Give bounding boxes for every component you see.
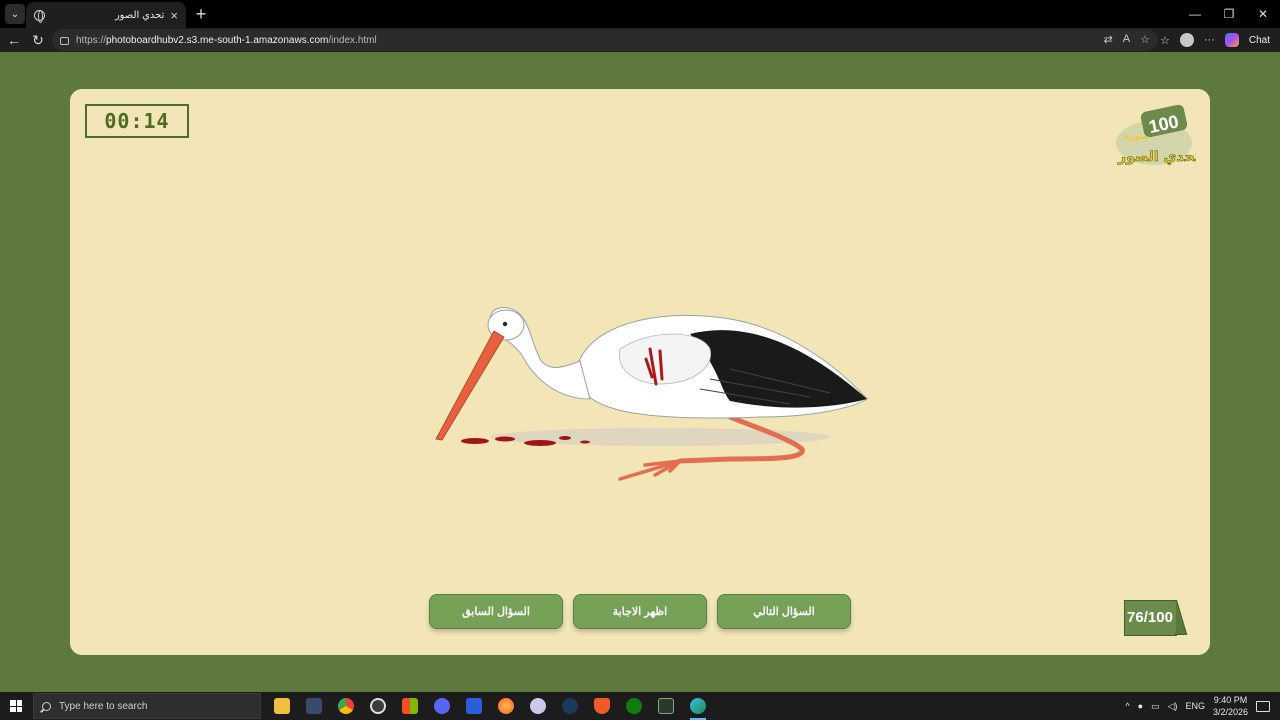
app-13[interactable] bbox=[650, 692, 682, 720]
xbox-app[interactable] bbox=[618, 692, 650, 720]
store-icon bbox=[402, 698, 418, 714]
app-9[interactable] bbox=[522, 692, 554, 720]
browser-tab-bar: ⌄ تحدي الصور × + — ❐ ✕ bbox=[0, 0, 1280, 28]
app-icon bbox=[370, 698, 386, 714]
profile-avatar[interactable] bbox=[1179, 33, 1194, 47]
game-card: 00:14 100 صورة تحدي الصور السؤال السابق … bbox=[70, 89, 1210, 655]
file-explorer-app[interactable] bbox=[266, 692, 298, 720]
system-tray: ^ ● ▭ ◁) ENG 9:40 PM 3/2/2026 bbox=[1125, 692, 1280, 720]
address-bar-actions: ⇄ A ☆ bbox=[1104, 33, 1150, 46]
folder-icon bbox=[274, 698, 290, 714]
site-info-icon[interactable] bbox=[60, 37, 69, 45]
microphone-icon[interactable]: ● bbox=[1138, 701, 1143, 711]
tab-actions-menu-button[interactable]: ⌄ bbox=[5, 4, 25, 24]
chat-button-label[interactable]: Chat bbox=[1249, 35, 1270, 46]
taskbar-search-box[interactable]: Type here to search bbox=[33, 693, 261, 719]
logo-word-title: تحدي الصور bbox=[1117, 149, 1196, 166]
steam-icon bbox=[562, 698, 578, 714]
network-icon[interactable]: ▭ bbox=[1151, 701, 1160, 712]
new-tab-button[interactable]: + bbox=[192, 4, 210, 25]
brave-app[interactable] bbox=[586, 692, 618, 720]
pinned-apps bbox=[266, 692, 714, 720]
taskbar-clock[interactable]: 9:40 PM 3/2/2026 bbox=[1213, 694, 1248, 718]
globe-icon bbox=[34, 9, 45, 23]
search-icon bbox=[42, 701, 51, 711]
minimize-button[interactable]: — bbox=[1178, 0, 1212, 28]
word-icon bbox=[466, 698, 482, 714]
close-window-button[interactable]: ✕ bbox=[1246, 0, 1280, 28]
edge-icon bbox=[690, 698, 706, 714]
firefox-icon bbox=[498, 698, 514, 714]
close-tab-icon[interactable]: × bbox=[170, 8, 178, 23]
app-2[interactable] bbox=[298, 692, 330, 720]
url-host: photoboardhubv2.s3.me-south-1.amazonaws.… bbox=[106, 34, 329, 46]
copilot-icon[interactable] bbox=[1224, 33, 1239, 47]
app-4[interactable] bbox=[362, 692, 394, 720]
question-counter: 76/100 bbox=[1124, 600, 1188, 636]
chevron-down-icon: ⌄ bbox=[10, 8, 20, 20]
word-app[interactable] bbox=[458, 692, 490, 720]
volume-icon[interactable]: ◁) bbox=[1168, 701, 1178, 712]
app-icon bbox=[306, 698, 322, 714]
photo-challenge-logo: 100 صورة تحدي الصور bbox=[1116, 104, 1196, 166]
question-counter-label: 76/100 bbox=[1127, 609, 1173, 626]
clock-time: 9:40 PM bbox=[1213, 695, 1248, 705]
back-button[interactable]: ← bbox=[2, 32, 26, 48]
more-menu-icon[interactable]: ··· bbox=[1204, 34, 1215, 46]
start-button[interactable] bbox=[0, 692, 32, 720]
windows-logo-icon bbox=[10, 700, 22, 712]
xbox-icon bbox=[626, 698, 642, 714]
notification-center-icon[interactable] bbox=[1256, 700, 1270, 712]
browser-tab[interactable]: تحدي الصور × bbox=[26, 2, 186, 28]
language-indicator[interactable]: ENG bbox=[1185, 701, 1205, 711]
chrome-icon bbox=[338, 698, 354, 714]
url-path: /index.html bbox=[328, 34, 377, 46]
read-aloud-icon[interactable]: A bbox=[1123, 33, 1130, 46]
edge-app[interactable] bbox=[682, 692, 714, 720]
app-icon bbox=[530, 698, 546, 714]
show-answer-button[interactable]: اظهر الاجابة bbox=[573, 594, 707, 629]
clock-date: 3/2/2026 bbox=[1212, 707, 1248, 717]
countdown-timer: 00:14 bbox=[85, 104, 189, 138]
address-bar[interactable]: https://photoboardhubv2.s3.me-south-1.am… bbox=[52, 29, 1158, 51]
brave-icon bbox=[594, 698, 610, 714]
tab-title: تحدي الصور bbox=[114, 9, 165, 21]
windows-taskbar: Type here to search ^ ● ▭ ◁) ENG 9:40 PM… bbox=[0, 692, 1280, 720]
logo-word-image: صورة bbox=[1124, 132, 1149, 142]
favorites-icon[interactable]: ☆ bbox=[1160, 34, 1170, 47]
store-app[interactable] bbox=[394, 692, 426, 720]
refresh-button[interactable]: ↻ bbox=[26, 32, 50, 49]
show-hidden-icons-icon[interactable]: ^ bbox=[1125, 701, 1129, 711]
next-question-button[interactable]: السؤال التالي bbox=[717, 594, 851, 629]
browser-toolbar: ← ↻ https://photoboardhubv2.s3.me-south-… bbox=[0, 28, 1280, 52]
chrome-app[interactable] bbox=[330, 692, 362, 720]
translate-icon[interactable]: ⇄ bbox=[1104, 33, 1113, 46]
restore-button[interactable]: ❐ bbox=[1212, 0, 1246, 28]
search-placeholder: Type here to search bbox=[59, 700, 148, 712]
steam-app[interactable] bbox=[554, 692, 586, 720]
previous-question-button[interactable]: السؤال السابق bbox=[429, 594, 563, 629]
favorite-star-icon[interactable]: ☆ bbox=[1140, 33, 1150, 46]
stork-illustration bbox=[435, 307, 868, 481]
discord-icon bbox=[434, 698, 450, 714]
firefox-app[interactable] bbox=[490, 692, 522, 720]
discord-app[interactable] bbox=[426, 692, 458, 720]
window-controls: — ❐ ✕ bbox=[1178, 0, 1280, 28]
browser-toolbar-right: ☆ ··· Chat bbox=[1160, 28, 1280, 52]
url-prefix: https:// bbox=[76, 34, 107, 46]
app-icon bbox=[658, 698, 674, 714]
